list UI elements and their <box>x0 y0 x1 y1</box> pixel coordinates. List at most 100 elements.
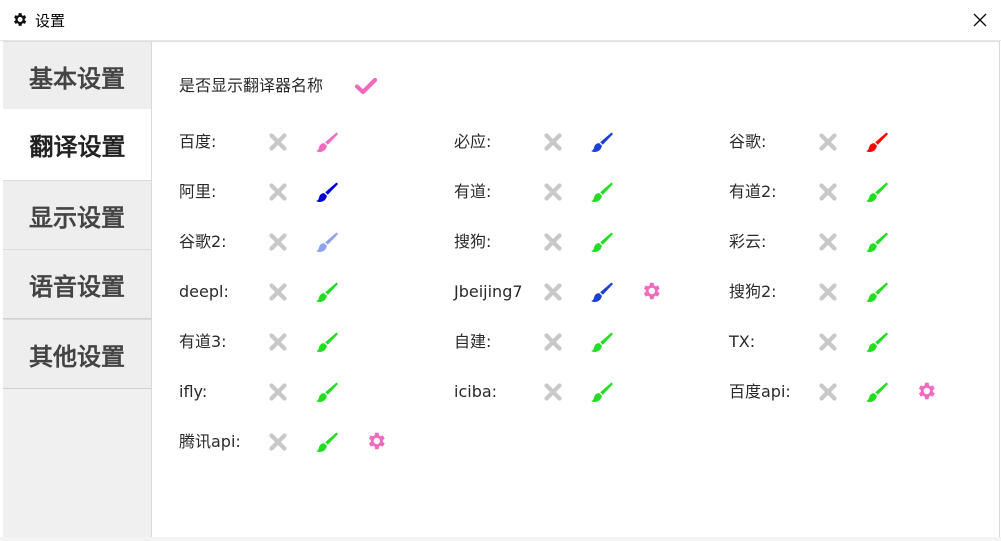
translator-label: 自建: <box>454 332 492 351</box>
brush-icon <box>866 332 888 353</box>
translator-toggle-button[interactable] <box>266 430 290 454</box>
x-icon <box>544 133 562 151</box>
translator-color-button[interactable] <box>590 280 614 304</box>
translator-label: 搜狗: <box>454 232 492 251</box>
translator-label: TX: <box>729 332 756 351</box>
translator-toggle-button[interactable] <box>541 180 565 204</box>
translator-color-button[interactable] <box>590 380 614 404</box>
brush-icon <box>316 282 338 303</box>
translator-color-button[interactable] <box>865 180 889 204</box>
translation-settings-panel: 是否显示翻译器名称 百度: 必应: 谷歌: 阿里: 有道: 有道2: 谷歌2: 搜… <box>151 41 1000 539</box>
brush-icon <box>316 182 338 203</box>
gear-icon <box>368 432 385 450</box>
translator-color-button[interactable] <box>865 280 889 304</box>
gear-icon <box>11 11 28 28</box>
translator-toggle-button[interactable] <box>541 130 565 154</box>
tab-4[interactable]: 其他设置 <box>3 319 151 389</box>
x-icon <box>819 233 837 251</box>
x-icon <box>819 383 837 401</box>
x-icon <box>819 333 837 351</box>
translator-toggle-button[interactable] <box>266 180 290 204</box>
brush-icon <box>316 232 338 253</box>
brush-icon <box>866 182 888 203</box>
translator-settings-button[interactable] <box>365 430 387 452</box>
translator-settings-button[interactable] <box>915 380 937 402</box>
window-title: 设置 <box>35 12 66 30</box>
translator-label: 彩云: <box>729 232 767 251</box>
x-icon <box>269 283 287 301</box>
brush-icon <box>591 132 613 153</box>
translator-toggle-button[interactable] <box>541 380 565 404</box>
translator-color-button[interactable] <box>315 330 339 354</box>
translator-color-button[interactable] <box>865 380 889 404</box>
translator-label: 有道2: <box>729 182 777 201</box>
gear-icon <box>918 382 935 400</box>
translator-label: 谷歌: <box>729 132 767 151</box>
brush-icon <box>866 132 888 153</box>
translator-toggle-button[interactable] <box>816 130 840 154</box>
close-button[interactable] <box>962 4 998 36</box>
translator-label: deepl: <box>179 282 229 301</box>
title-bar: 设置 <box>0 0 1001 41</box>
translator-color-button[interactable] <box>590 180 614 204</box>
translator-color-button[interactable] <box>590 330 614 354</box>
translator-color-button[interactable] <box>315 230 339 254</box>
x-icon <box>544 333 562 351</box>
brush-icon <box>591 232 613 253</box>
translator-toggle-button[interactable] <box>541 280 565 304</box>
translator-toggle-button[interactable] <box>816 330 840 354</box>
translator-toggle-button[interactable] <box>266 230 290 254</box>
translator-color-button[interactable] <box>590 130 614 154</box>
translator-toggle-button[interactable] <box>266 130 290 154</box>
translator-toggle-button[interactable] <box>541 230 565 254</box>
brush-icon <box>591 282 613 303</box>
close-icon <box>973 13 987 27</box>
translator-toggle-button[interactable] <box>816 230 840 254</box>
translator-color-button[interactable] <box>865 230 889 254</box>
tab-label: 显示设置 <box>29 203 125 232</box>
brush-icon <box>591 382 613 403</box>
brush-icon <box>866 232 888 253</box>
translator-toggle-button[interactable] <box>816 180 840 204</box>
show-name-checkbox[interactable] <box>354 74 378 98</box>
translator-label: iciba: <box>454 382 498 401</box>
tab-0[interactable]: 基本设置 <box>3 41 151 111</box>
tab-label: 其他设置 <box>29 342 125 371</box>
translator-color-button[interactable] <box>315 380 339 404</box>
tab-3[interactable]: 语音设置 <box>3 249 151 319</box>
x-icon <box>819 283 837 301</box>
x-icon <box>544 383 562 401</box>
translator-toggle-button[interactable] <box>266 380 290 404</box>
x-icon <box>544 183 562 201</box>
x-icon <box>544 233 562 251</box>
tab-2[interactable]: 显示设置 <box>3 180 151 250</box>
x-icon <box>269 433 287 451</box>
translator-color-button[interactable] <box>590 230 614 254</box>
tab-1[interactable]: 翻译设置 <box>3 109 152 180</box>
translator-color-button[interactable] <box>315 130 339 154</box>
translator-color-button[interactable] <box>315 280 339 304</box>
translator-color-button[interactable] <box>315 430 339 454</box>
translator-color-button[interactable] <box>865 130 889 154</box>
brush-icon <box>316 382 338 403</box>
translator-color-button[interactable] <box>865 330 889 354</box>
translator-label: 谷歌2: <box>179 232 227 251</box>
translator-label: 阿里: <box>179 182 217 201</box>
translator-settings-button[interactable] <box>640 280 662 302</box>
translator-label: Jbeijing7 <box>454 282 523 301</box>
translator-toggle-button[interactable] <box>266 330 290 354</box>
translator-toggle-button[interactable] <box>816 380 840 404</box>
translator-label: 有道: <box>454 182 492 201</box>
translator-color-button[interactable] <box>315 180 339 204</box>
x-icon <box>269 133 287 151</box>
check-icon <box>354 77 378 95</box>
tab-label: 基本设置 <box>29 64 125 93</box>
translator-label: 有道3: <box>179 332 227 351</box>
x-icon <box>819 183 837 201</box>
brush-icon <box>866 382 888 403</box>
translator-toggle-button[interactable] <box>266 280 290 304</box>
translator-label: 腾讯api: <box>179 432 241 451</box>
translator-toggle-button[interactable] <box>541 330 565 354</box>
settings-sidebar: 基本设置翻译设置显示设置语音设置其他设置 <box>3 41 152 537</box>
translator-toggle-button[interactable] <box>816 280 840 304</box>
